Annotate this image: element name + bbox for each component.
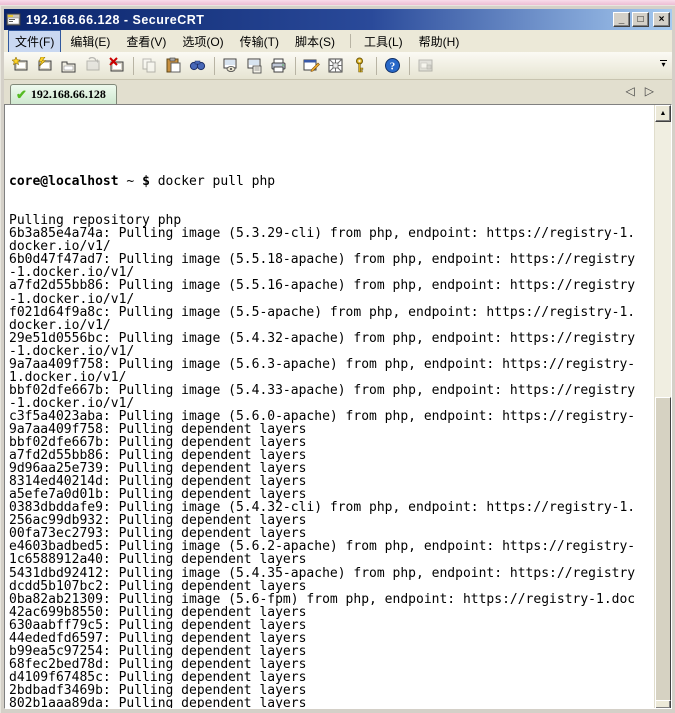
- menu-script[interactable]: 脚本(S): [288, 30, 342, 53]
- disconnect-icon[interactable]: [105, 54, 128, 77]
- terminal-line: 44ededfd6597: Pulling dependent layers: [9, 632, 654, 645]
- terminal-line: 802b1aaa89da: Pulling dependent layers: [9, 697, 654, 708]
- maximize-button[interactable]: □: [632, 12, 649, 27]
- terminal-line: bbf02dfe667b: Pulling image (5.4.33-apac…: [9, 384, 654, 397]
- menu-view[interactable]: 查看(V): [119, 30, 173, 53]
- terminal-line: 1.docker.io/v1/: [9, 371, 654, 384]
- menu-bar: 文件(F) 编辑(E) 查看(V) 选项(O) 传输(T) 脚本(S) 工具(L…: [4, 30, 672, 52]
- launch-app-icon[interactable]: [414, 54, 437, 77]
- terminal-scrollbar[interactable]: ▲: [654, 105, 671, 708]
- terminal-line: 630aabff79c5: Pulling dependent layers: [9, 619, 654, 632]
- menu-help[interactable]: 帮助(H): [412, 30, 467, 53]
- prompt-line: core@localhost ~ $ docker pull php: [9, 175, 654, 188]
- print-icon[interactable]: [267, 54, 290, 77]
- terminal-line: docker.io/v1/: [9, 319, 654, 332]
- terminal-line: f021d64f9a8c: Pulling image (5.5-apache)…: [9, 306, 654, 319]
- paste-icon[interactable]: [162, 54, 185, 77]
- terminal-line: 9a7aa409f758: Pulling image (5.6.3-apach…: [9, 358, 654, 371]
- close-button[interactable]: ×: [653, 12, 670, 27]
- menu-transfer[interactable]: 传输(T): [233, 30, 286, 53]
- svg-text:?: ?: [390, 61, 396, 73]
- menu-file[interactable]: 文件(F): [8, 30, 61, 53]
- quick-connect-icon[interactable]: [33, 54, 56, 77]
- toolbar-separator: [133, 57, 134, 75]
- app-icon: [6, 12, 22, 28]
- terminal-line: 2bdbadf3469b: Pulling dependent layers: [9, 684, 654, 697]
- toolbar: ? ▾: [4, 52, 672, 80]
- terminal-line: dcdd5b107bc2: Pulling dependent layers: [9, 580, 654, 593]
- scrollbar-up-icon[interactable]: ▲: [655, 105, 671, 122]
- terminal-line: -1.docker.io/v1/: [9, 293, 654, 306]
- connect-in-tab-icon[interactable]: [57, 54, 80, 77]
- screen: 192.168.66.128 - SecureCRT _ □ × 文件(F) 编…: [0, 0, 675, 713]
- log-session-icon[interactable]: [243, 54, 266, 77]
- terminal-frame: core@localhost ~ $ docker pull php Pulli…: [4, 104, 672, 709]
- terminal-line: 5431dbd92412: Pulling image (5.4.35-apac…: [9, 567, 654, 580]
- toolbar-separator: [409, 57, 410, 75]
- window-title: 192.168.66.128 - SecureCRT: [26, 13, 613, 27]
- reconnect-icon[interactable]: [81, 54, 104, 77]
- terminal-line: 42ac699b8550: Pulling dependent layers: [9, 606, 654, 619]
- title-bar[interactable]: 192.168.66.128 - SecureCRT _ □ ×: [4, 9, 672, 30]
- menu-options[interactable]: 选项(O): [175, 30, 230, 53]
- connected-check-icon: ✔: [16, 88, 27, 101]
- minimize-button[interactable]: _: [613, 12, 630, 27]
- tab-scroll-left-icon[interactable]: ◁: [626, 84, 645, 98]
- menu-edit[interactable]: 编辑(E): [63, 30, 117, 53]
- toolbar-separator: [376, 57, 377, 75]
- scrollbar-thumb[interactable]: [655, 397, 671, 701]
- terminal-line: -1.docker.io/v1/: [9, 345, 654, 358]
- capture-session-icon[interactable]: [219, 54, 242, 77]
- terminal-line: b99ea5c97254: Pulling dependent layers: [9, 645, 654, 658]
- tab-bar: ✔ 192.168.66.128 ◁▷: [4, 80, 672, 104]
- session-tab[interactable]: ✔ 192.168.66.128: [10, 84, 117, 104]
- terminal-line: 1c6588912a40: Pulling dependent layers: [9, 553, 654, 566]
- prompt-user: core@localhost: [9, 174, 119, 189]
- securecrt-window: 192.168.66.128 - SecureCRT _ □ × 文件(F) 编…: [0, 5, 675, 713]
- menu-separator: [350, 34, 351, 48]
- scrollbar-down-icon[interactable]: [655, 700, 671, 708]
- copy-icon[interactable]: [138, 54, 161, 77]
- prompt-command: docker pull php: [150, 174, 275, 189]
- prompt-symbol: $: [142, 174, 150, 189]
- help-icon[interactable]: ?: [381, 54, 404, 77]
- toolbar-overflow-icon[interactable]: ▾: [659, 60, 668, 72]
- terminal[interactable]: core@localhost ~ $ docker pull php Pulli…: [5, 105, 654, 708]
- terminal-line: 68fec2bed78d: Pulling dependent layers: [9, 658, 654, 671]
- terminal-line: d4109f67485c: Pulling dependent layers: [9, 671, 654, 684]
- tab-scroll-right-icon[interactable]: ▷: [645, 84, 664, 98]
- find-icon[interactable]: [186, 54, 209, 77]
- terminal-line: 29e51d0556bc: Pulling image (5.4.32-apac…: [9, 332, 654, 345]
- new-session-icon[interactable]: [9, 54, 32, 77]
- toolbar-separator: [295, 57, 296, 75]
- menu-tools[interactable]: 工具(L): [357, 30, 410, 53]
- terminal-line: -1.docker.io/v1/: [9, 397, 654, 410]
- terminal-line: a7fd2d55bb86: Pulling image (5.5.16-apac…: [9, 279, 654, 292]
- tab-scroll-arrows[interactable]: ◁▷: [626, 84, 664, 98]
- session-tab-label: 192.168.66.128: [31, 87, 106, 102]
- agent-keys-icon[interactable]: [348, 54, 371, 77]
- terminal-line: 0ba82ab21309: Pulling image (5.6-fpm) fr…: [9, 593, 654, 606]
- toolbar-separator: [214, 57, 215, 75]
- session-options-icon[interactable]: [300, 54, 323, 77]
- terminal-output: Pulling repository php6b3a85e4a74a: Pull…: [9, 214, 654, 708]
- global-options-icon[interactable]: [324, 54, 347, 77]
